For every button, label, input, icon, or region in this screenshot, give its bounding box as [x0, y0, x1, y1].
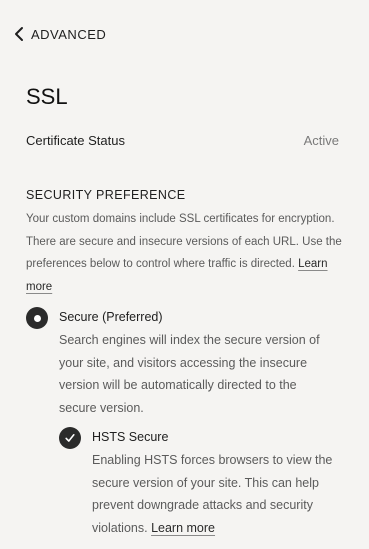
- back-label: ADVANCED: [31, 26, 107, 42]
- certificate-status-row: Certificate Status Active: [26, 133, 339, 148]
- secure-option-body: Secure (Preferred) Search engines will i…: [59, 307, 336, 419]
- back-button[interactable]: ADVANCED: [13, 24, 106, 44]
- secure-preferred-option[interactable]: Secure (Preferred) Search engines will i…: [26, 307, 336, 419]
- hsts-option-description-block: Enabling HSTS forces browsers to view th…: [92, 449, 339, 539]
- hsts-option-title: HSTS Secure: [92, 430, 169, 444]
- radio-selected-icon[interactable]: [26, 307, 48, 329]
- secure-option-title: Secure (Preferred): [59, 310, 163, 324]
- page-title: SSL: [26, 84, 68, 109]
- hsts-option-body: HSTS Secure Enabling HSTS forces browser…: [92, 427, 339, 539]
- security-preference-description: Your custom domains include SSL certific…: [26, 208, 346, 298]
- secure-option-description: Search engines will index the secure ver…: [59, 333, 320, 415]
- hsts-secure-option[interactable]: HSTS Secure Enabling HSTS forces browser…: [59, 427, 339, 539]
- description-text: Your custom domains include SSL certific…: [26, 213, 342, 270]
- certificate-status-value: Active: [303, 133, 339, 148]
- chevron-left-icon: [15, 27, 23, 41]
- radio-dot: [33, 314, 41, 322]
- section-heading: SECURITY PREFERENCE: [26, 188, 186, 202]
- certificate-status-label: Certificate Status: [26, 133, 125, 148]
- hsts-learn-more-link[interactable]: Learn more: [151, 521, 215, 535]
- checkmark-icon: [65, 434, 75, 442]
- hsts-checkbox[interactable]: [59, 427, 81, 449]
- ssl-settings-panel: ADVANCED SSL Certificate Status Active S…: [0, 0, 369, 549]
